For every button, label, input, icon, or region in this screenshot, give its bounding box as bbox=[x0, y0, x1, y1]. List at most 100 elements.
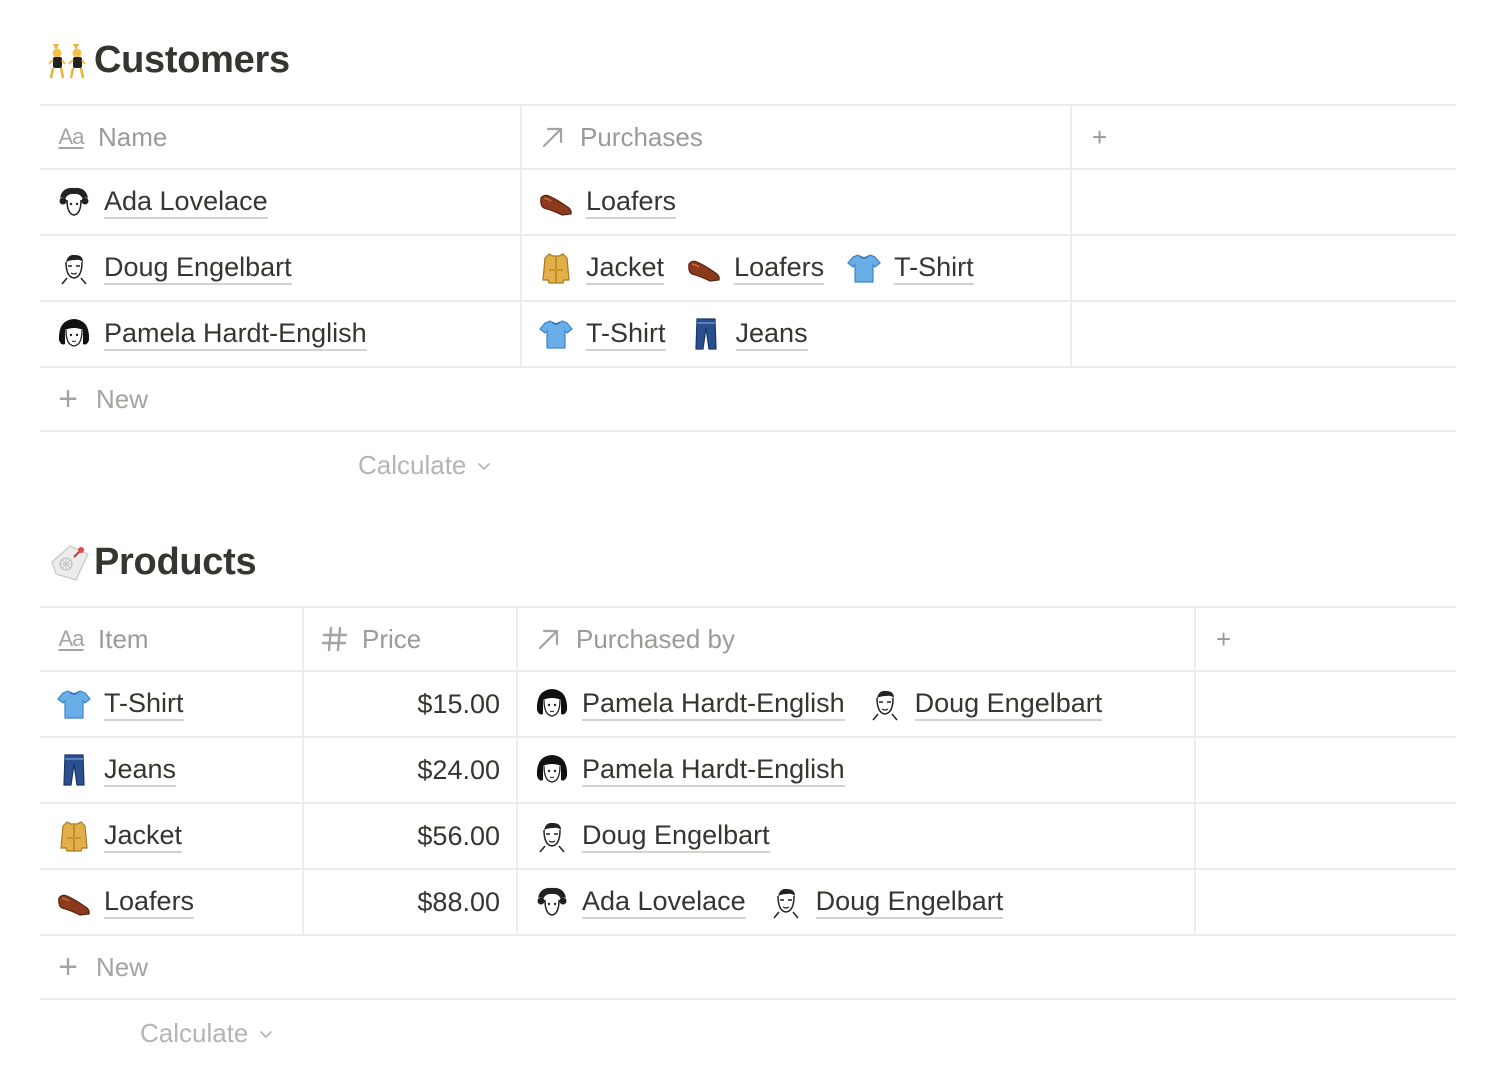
page-link[interactable]: Doug Engelbart bbox=[56, 250, 292, 286]
page-link[interactable]: T-Shirt bbox=[56, 686, 184, 722]
table-row[interactable]: Doug Engelbart Jacket Loafers T-Shirt bbox=[40, 236, 1456, 302]
table-row[interactable]: T-Shirt $15.00 Pamela Hardt-English Doug… bbox=[40, 672, 1456, 738]
page-link-label: Ada Lovelace bbox=[104, 186, 268, 219]
empty-cell[interactable] bbox=[1196, 672, 1456, 736]
relation-chip[interactable]: T-Shirt bbox=[846, 250, 974, 286]
empty-cell[interactable] bbox=[1072, 170, 1456, 234]
column-header-label: Item bbox=[98, 623, 149, 654]
table-row[interactable]: Jacket $56.00 Doug Engelbart bbox=[40, 804, 1456, 870]
purchases-cell[interactable]: Loafers bbox=[522, 170, 1072, 234]
calculate-button[interactable]: Calculate bbox=[140, 1018, 274, 1049]
products-title-text[interactable]: Products bbox=[94, 541, 257, 584]
label-tag-icon[interactable] bbox=[48, 540, 92, 584]
column-header-item[interactable]: Aa Item bbox=[40, 608, 304, 670]
relation-chip[interactable]: Doug Engelbart bbox=[768, 884, 1004, 920]
empty-cell[interactable] bbox=[1072, 302, 1456, 366]
title-property-icon: Aa bbox=[58, 626, 85, 651]
new-row-label: New bbox=[96, 383, 149, 414]
page-link[interactable]: Pamela Hardt-English bbox=[56, 316, 367, 352]
item-cell[interactable]: T-Shirt bbox=[40, 672, 304, 736]
relation-chip[interactable]: Ada Lovelace bbox=[534, 884, 746, 920]
relation-arrow-icon bbox=[538, 122, 568, 152]
jacket-icon bbox=[538, 250, 574, 286]
empty-cell[interactable] bbox=[1072, 236, 1456, 300]
purchased-by-cell[interactable]: Pamela Hardt-English Doug Engelbart bbox=[518, 672, 1196, 736]
relation-label: Doug Engelbart bbox=[914, 688, 1103, 721]
empty-cell[interactable] bbox=[1196, 804, 1456, 868]
item-cell[interactable]: Jeans bbox=[40, 738, 304, 802]
relation-chip[interactable]: Loafers bbox=[538, 184, 677, 220]
purchases-cell[interactable]: Jacket Loafers T-Shirt bbox=[522, 236, 1072, 300]
title-property-icon: Aa bbox=[58, 124, 85, 149]
new-row-label: New bbox=[96, 951, 149, 982]
page-link[interactable]: Jeans bbox=[56, 752, 177, 788]
relation-chip[interactable]: Pamela Hardt-English bbox=[534, 752, 845, 788]
add-column-button[interactable]: + bbox=[1072, 106, 1456, 168]
page-link[interactable]: Loafers bbox=[56, 884, 195, 920]
doug-avatar-icon bbox=[534, 818, 570, 854]
pamela-avatar-icon bbox=[534, 686, 570, 722]
dancers-icon[interactable] bbox=[48, 38, 92, 82]
relation-label: T-Shirt bbox=[586, 318, 666, 351]
price-cell[interactable]: $56.00 bbox=[304, 804, 518, 868]
relation-label: Jeans bbox=[735, 318, 808, 351]
purchased-by-cell[interactable]: Doug Engelbart bbox=[518, 804, 1196, 868]
relation-chip[interactable]: Jacket bbox=[538, 250, 665, 286]
add-column-button[interactable]: + bbox=[1196, 608, 1456, 670]
new-row-button[interactable]: + New bbox=[40, 368, 1456, 432]
price-cell[interactable]: $24.00 bbox=[304, 738, 518, 802]
page-link[interactable]: Jacket bbox=[56, 818, 183, 854]
table-row[interactable]: Ada Lovelace Loafers bbox=[40, 170, 1456, 236]
name-cell[interactable]: Pamela Hardt-English bbox=[40, 302, 522, 366]
empty-cell[interactable] bbox=[1196, 870, 1456, 934]
tshirt-icon bbox=[56, 686, 92, 722]
relation-label: T-Shirt bbox=[894, 252, 974, 285]
table-row[interactable]: Pamela Hardt-English T-Shirt Jeans bbox=[40, 302, 1456, 368]
price-cell[interactable]: $88.00 bbox=[304, 870, 518, 934]
purchased-by-cell[interactable]: Pamela Hardt-English bbox=[518, 738, 1196, 802]
name-cell[interactable]: Ada Lovelace bbox=[40, 170, 522, 234]
loafer-icon bbox=[538, 184, 574, 220]
price-cell[interactable]: $15.00 bbox=[304, 672, 518, 736]
chevron-down-icon bbox=[258, 1026, 274, 1042]
page-link-label: T-Shirt bbox=[104, 688, 184, 721]
purchased-by-cell[interactable]: Ada Lovelace Doug Engelbart bbox=[518, 870, 1196, 934]
jeans-icon bbox=[688, 316, 724, 352]
ada-avatar-icon bbox=[56, 184, 92, 220]
jacket-icon bbox=[56, 818, 92, 854]
name-cell[interactable]: Doug Engelbart bbox=[40, 236, 522, 300]
column-header-name[interactable]: Aa Name bbox=[40, 106, 522, 168]
column-header-price[interactable]: Price bbox=[304, 608, 518, 670]
products-table: Aa Item Price Purchased by + T-Shirt $15… bbox=[40, 606, 1456, 1000]
relation-chip[interactable]: Jeans bbox=[688, 316, 808, 352]
new-row-button[interactable]: + New bbox=[40, 936, 1456, 1000]
relation-chip[interactable]: T-Shirt bbox=[538, 316, 666, 352]
page-link[interactable]: Ada Lovelace bbox=[56, 184, 268, 220]
customers-table: Aa Name Purchases + Ada Lovelace Loafers bbox=[40, 104, 1456, 432]
page-link-label: Loafers bbox=[104, 886, 195, 919]
relation-label: Pamela Hardt-English bbox=[582, 688, 845, 721]
calculate-label: Calculate bbox=[140, 1018, 249, 1048]
item-cell[interactable]: Loafers bbox=[40, 870, 304, 934]
table-row[interactable]: Jeans $24.00 Pamela Hardt-English bbox=[40, 738, 1456, 804]
relation-label: Pamela Hardt-English bbox=[582, 754, 845, 787]
column-header-purchased-by[interactable]: Purchased by bbox=[518, 608, 1196, 670]
purchases-cell[interactable]: T-Shirt Jeans bbox=[522, 302, 1072, 366]
doug-avatar-icon bbox=[768, 884, 804, 920]
column-header-purchases[interactable]: Purchases bbox=[522, 106, 1072, 168]
customers-title-text[interactable]: Customers bbox=[94, 39, 290, 82]
jeans-icon bbox=[56, 752, 92, 788]
empty-cell[interactable] bbox=[1196, 738, 1456, 802]
page-link-label: Pamela Hardt-English bbox=[104, 318, 367, 351]
relation-label: Loafers bbox=[586, 186, 677, 219]
plus-icon: + bbox=[58, 947, 78, 986]
calculate-button[interactable]: Calculate bbox=[358, 450, 492, 481]
relation-chip[interactable]: Pamela Hardt-English bbox=[534, 686, 845, 722]
relation-chip[interactable]: Loafers bbox=[686, 250, 825, 286]
table-row[interactable]: Loafers $88.00 Ada Lovelace Doug Engelba… bbox=[40, 870, 1456, 936]
relation-chip[interactable]: Doug Engelbart bbox=[534, 818, 770, 854]
products-title: Products bbox=[48, 534, 257, 590]
page-link-label: Jeans bbox=[104, 754, 177, 787]
relation-chip[interactable]: Doug Engelbart bbox=[867, 686, 1103, 722]
item-cell[interactable]: Jacket bbox=[40, 804, 304, 868]
